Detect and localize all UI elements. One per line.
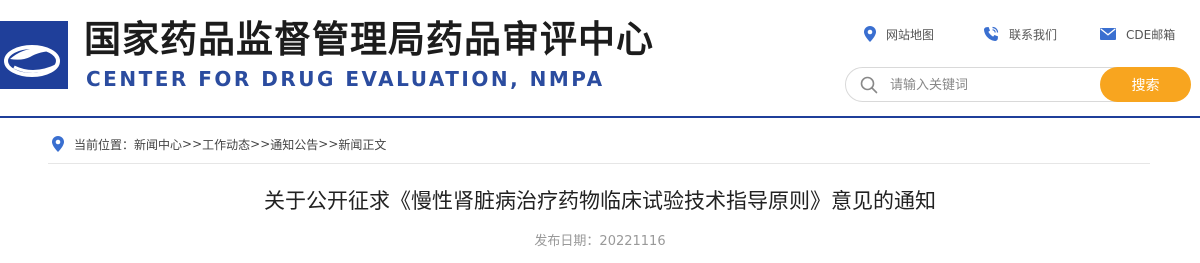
site-title-en: CENTER FOR DRUG EVALUATION, NMPA [86,67,605,91]
phone-icon [984,26,999,41]
breadcrumb-separator: >> [182,137,203,151]
location-pin-icon [52,136,64,152]
search-icon [860,76,878,94]
mail-label: CDE邮箱 [1126,27,1176,42]
header-divider [0,116,1200,118]
breadcrumb-divider [48,163,1150,164]
publish-date: 发布日期：20221116 [0,230,1200,249]
breadcrumb-notices[interactable]: 通知公告 [270,136,318,153]
publish-date-value: 20221116 [599,234,666,249]
breadcrumb-separator: >> [250,137,271,151]
envelope-icon [1100,28,1116,40]
breadcrumb-news-center[interactable]: 新闻中心 [134,136,182,153]
contact-label: 联系我们 [1009,27,1058,42]
site-header: 国家药品监督管理局药品审评中心 CENTER FOR DRUG EVALUATI… [0,0,1200,116]
breadcrumb-separator: >> [318,137,339,151]
breadcrumb-prefix: 当前位置： [74,137,135,152]
contact-link[interactable]: 联系我们 [983,24,1057,44]
sitemap-link[interactable]: 网站地图 [864,24,934,44]
sitemap-label: 网站地图 [886,27,935,42]
breadcrumb-work-updates[interactable]: 工作动态 [202,136,250,153]
breadcrumb-news-article[interactable]: 新闻正文 [338,136,386,153]
location-pin-icon [864,26,876,42]
search-button[interactable]: 搜索 [1100,67,1191,102]
breadcrumb: 当前位置： 新闻中心 >> 工作动态 >> 通知公告 >> 新闻正文 [52,134,386,154]
mail-link[interactable]: CDE邮箱 [1100,24,1175,44]
publish-date-label: 发布日期： [534,234,600,249]
article-title: 关于公开征求《慢性肾脏病治疗药物临床试验技术指导原则》意见的通知 [264,189,936,213]
top-links: 网站地图 联系我们 CDE邮箱 [0,24,1200,44]
search-input[interactable] [890,74,1090,96]
